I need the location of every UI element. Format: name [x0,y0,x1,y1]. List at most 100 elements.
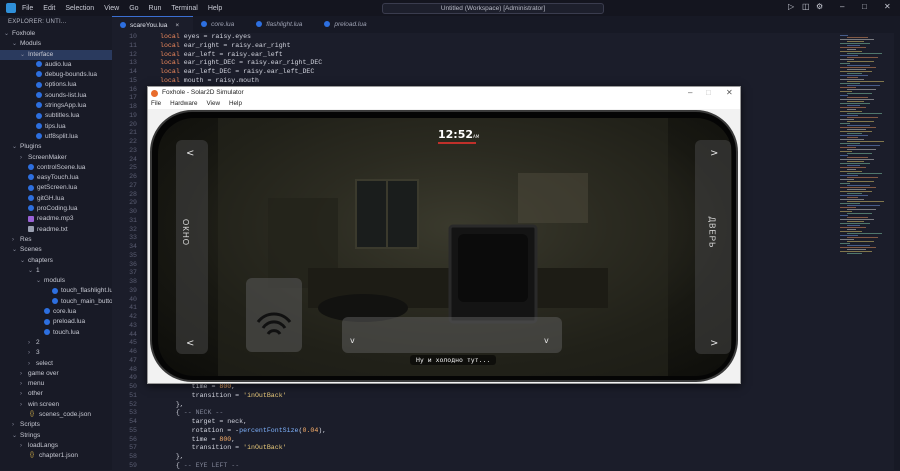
left-arrow-up[interactable]: < [186,148,194,159]
sim-maximize-icon[interactable]: □ [706,87,711,99]
tree-item[interactable]: core.lua [0,307,112,317]
sim-minimize-icon[interactable]: – [688,87,692,99]
minimap[interactable] [836,33,900,263]
tree-item[interactable]: ⌄ Interface [0,49,112,60]
tree-item[interactable]: debug-bounds.lua [0,70,112,80]
editor-tab[interactable]: flashlight.lua [248,16,316,33]
code-line[interactable]: transition = 'inOutBack' [160,392,326,401]
tree-item[interactable]: › menu [0,379,112,389]
tree-item[interactable]: ⌄ Plugins [0,142,112,152]
tree-item[interactable]: audio.lua [0,60,112,70]
tree-item[interactable]: › 2 [0,338,112,348]
split-icon[interactable]: ◫ [802,2,810,11]
left-panel[interactable] [176,140,208,354]
code-line[interactable]: }, [160,401,326,410]
bottom-left-arrow[interactable]: v [350,336,355,345]
tree-item[interactable]: ⌄ 1 [0,266,112,276]
minimize-icon[interactable]: – [840,2,844,11]
tree-item[interactable]: ⌄ Foxhole [0,29,112,39]
bottom-panel[interactable] [342,317,562,353]
menu-item[interactable]: View [104,5,119,12]
tree-item[interactable]: readme.txt [0,225,112,235]
editor-tab[interactable]: preload.lua [316,16,380,33]
sim-close-icon[interactable]: ✕ [726,87,733,99]
code-line[interactable]: transition = 'inOutBack' [160,444,326,453]
command-center-search[interactable]: Untitled (Workspace) [Administrator] [382,3,604,14]
tree-item[interactable]: tips.lua [0,122,112,132]
menu-item[interactable]: Edit [43,5,55,12]
tree-item[interactable]: sounds-list.lua [0,91,112,101]
tree-item[interactable]: ⌄ Strings [0,431,112,441]
code-line[interactable]: }, [160,453,326,462]
window-label[interactable]: ОКНО [181,219,190,246]
simulator-menu-item[interactable]: File [151,100,161,107]
menu-item[interactable]: Help [208,5,222,12]
simulator-menu-item[interactable]: Help [229,100,242,107]
menu-item[interactable]: File [22,5,33,12]
code-line[interactable]: time = 800, [160,436,326,445]
maximize-icon[interactable]: □ [862,2,867,11]
tree-item[interactable]: utf8split.lua [0,132,112,142]
tree-item[interactable]: gitGH.lua [0,194,112,204]
tree-item[interactable]: › win screen [0,400,112,410]
code-line[interactable]: local ear_right_DEC = raisy.ear_right_DE… [160,59,326,68]
tree-item[interactable]: › ScreenMaker [0,153,112,163]
left-arrow-down[interactable]: < [186,338,194,349]
tree-item[interactable]: ⌄ chapters [0,256,112,266]
code-line[interactable]: local ear_left = raisy.ear_left [160,51,326,60]
run-icon[interactable]: ▷ [788,2,794,11]
menu-item[interactable]: Selection [65,5,94,12]
code-line[interactable]: local ear_left_DEC = raisy.ear_left_DEC [160,68,326,77]
code-line[interactable]: local mouth = raisy.mouth [160,77,326,86]
tree-item[interactable]: {} chapter1.json [0,451,112,461]
simulator-menu-item[interactable]: View [206,100,220,107]
menu-item[interactable]: Terminal [171,5,197,12]
tree-item[interactable]: easyTouch.lua [0,173,112,183]
tree-item[interactable]: › Res [0,235,112,245]
tree-item[interactable]: › loadLangs [0,441,112,451]
tree-item[interactable]: touch.lua [0,328,112,338]
editor-tab[interactable]: scareYou.lua × [112,16,194,33]
tree-item[interactable]: controlScene.lua [0,163,112,173]
editor-scrollbar[interactable] [894,33,900,470]
code-line[interactable]: rotation = -percentFontSize(0.04), [160,427,327,436]
tree-item[interactable]: › game over [0,369,112,379]
code-line[interactable]: local ear_right = raisy.ear_right [160,42,326,51]
right-arrow-down[interactable]: > [710,338,718,349]
tree-item[interactable]: ⌄ Scenes [0,245,112,255]
tree-item[interactable]: › select [0,359,112,369]
tree-item[interactable]: › 3 [0,348,112,358]
tree-item[interactable]: preload.lua [0,317,112,327]
menu-item[interactable]: Run [149,5,162,12]
tree-item[interactable]: getScreen.lua [0,183,112,193]
code-line[interactable]: local eyes = raisy.eyes [160,33,326,42]
code-line[interactable]: target = neck, [160,418,326,427]
tree-item[interactable]: touch_flashlight.lua [0,286,112,296]
tree-item[interactable]: ⌄ Moduls [0,39,112,49]
tree-item[interactable]: readme.mp3 [0,214,112,224]
tree-item[interactable]: proCoding.lua [0,204,112,214]
tree-item[interactable]: › Scripts [0,420,112,430]
editor-tab[interactable]: core.lua [193,16,248,33]
tree-item-label: subtitles.lua [45,112,80,120]
code-token: time = [160,435,220,443]
code-line[interactable]: { -- NECK -- [160,409,326,418]
close-tab-icon[interactable]: × [175,22,179,29]
close-icon[interactable]: ✕ [884,2,891,11]
tree-item[interactable]: {} scenes_code.json [0,410,112,420]
door-label[interactable]: ДВЕРЬ [707,217,716,249]
tree-item[interactable]: stringsApp.lua [0,101,112,111]
tree-item[interactable]: subtitles.lua [0,111,112,121]
code-line[interactable]: { -- EYE LEFT -- [160,462,326,471]
flashlight-button[interactable] [246,278,302,352]
menu-item[interactable]: Go [129,5,138,12]
bottom-right-arrow[interactable]: v [544,336,549,345]
tree-item[interactable]: options.lua [0,80,112,90]
right-arrow-up[interactable]: > [710,148,718,159]
simulator-menu-item[interactable]: Hardware [170,100,197,107]
tree-item[interactable]: ⌄ moduls [0,276,112,286]
tree-item[interactable]: › other [0,389,112,399]
tree-item[interactable]: touch_main_button.lua [0,297,112,307]
settings-icon[interactable]: ⚙ [816,2,823,11]
code-line[interactable]: time = 800, [160,383,326,392]
